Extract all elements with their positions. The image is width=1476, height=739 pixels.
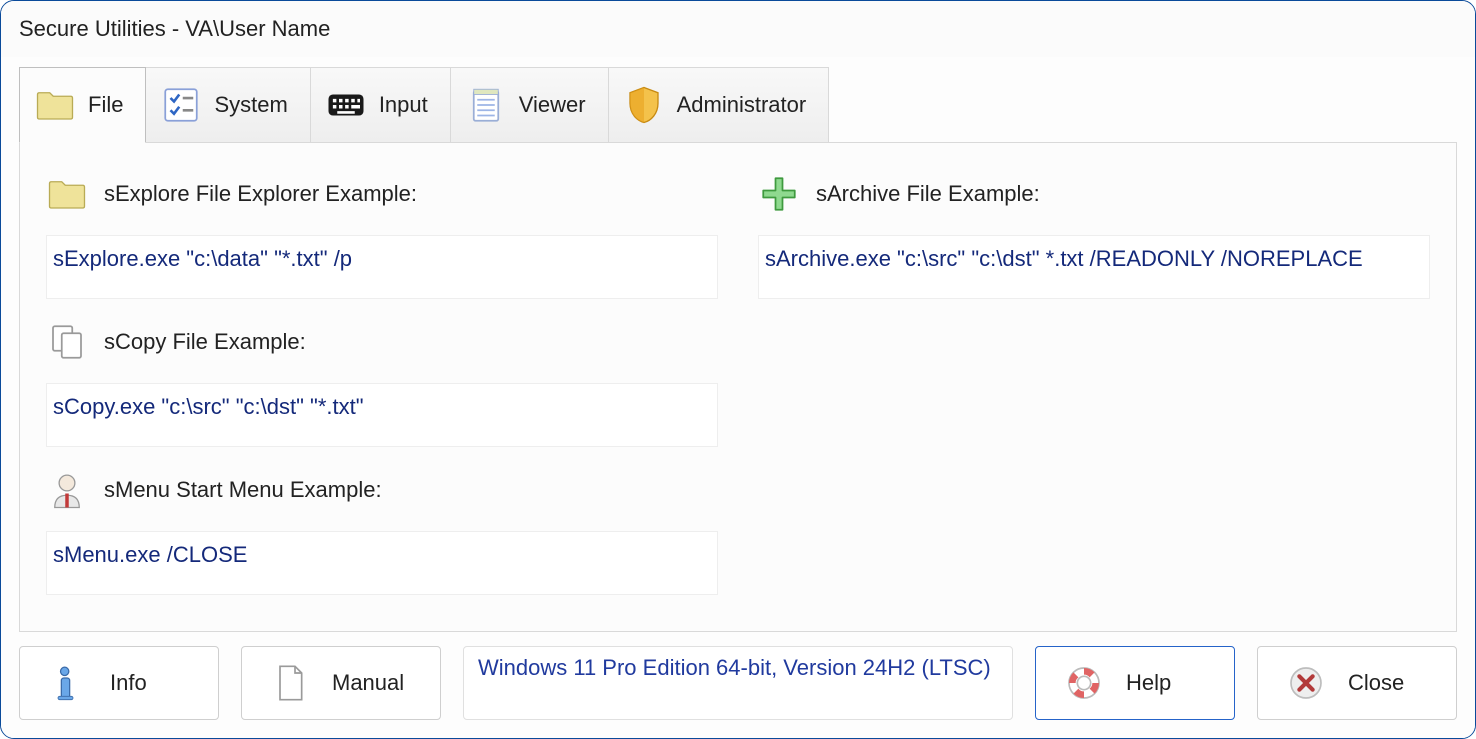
info-button-label: Info	[110, 670, 147, 696]
window-body: File System	[1, 57, 1475, 738]
smenu-header: sMenu Start Menu Example:	[46, 469, 718, 511]
keyboard-icon	[325, 84, 367, 126]
help-button[interactable]: Help	[1035, 646, 1235, 720]
tab-administrator-label: Administrator	[677, 92, 807, 118]
copy-icon	[46, 321, 88, 363]
document-icon	[270, 663, 310, 703]
sarchive-command[interactable]: sArchive.exe "c:\src" "c:\dst" *.txt /RE…	[758, 235, 1430, 299]
tab-input-label: Input	[379, 92, 428, 118]
tabbar: File System	[19, 67, 1457, 143]
scopy-command[interactable]: sCopy.exe "c:\src" "c:\dst" "*.txt"	[46, 383, 718, 447]
sarchive-title: sArchive File Example:	[816, 181, 1040, 207]
window: Secure Utilities - VA\User Name File	[0, 0, 1476, 739]
lifebuoy-icon	[1064, 663, 1104, 703]
folder-icon	[34, 84, 76, 126]
tab-panel-file: sExplore File Explorer Example: sExplore…	[19, 142, 1457, 632]
notepad-icon	[465, 84, 507, 126]
left-column: sExplore File Explorer Example: sExplore…	[46, 165, 718, 609]
info-button[interactable]: Info	[19, 646, 219, 720]
user-icon	[46, 469, 88, 511]
scopy-title: sCopy File Example:	[104, 329, 306, 355]
tab-administrator[interactable]: Administrator	[608, 67, 830, 143]
right-column: sArchive File Example: sArchive.exe "c:\…	[758, 165, 1430, 609]
titlebar: Secure Utilities - VA\User Name	[1, 1, 1475, 57]
tab-input[interactable]: Input	[310, 67, 451, 143]
close-button-label: Close	[1348, 670, 1404, 696]
manual-button-label: Manual	[332, 670, 404, 696]
folder-icon	[46, 173, 88, 215]
checklist-icon	[160, 84, 202, 126]
close-button[interactable]: Close	[1257, 646, 1457, 720]
tab-viewer[interactable]: Viewer	[450, 67, 609, 143]
sexplore-header: sExplore File Explorer Example:	[46, 173, 718, 215]
window-title: Secure Utilities - VA\User Name	[19, 16, 330, 42]
tab-system-label: System	[214, 92, 287, 118]
footer: Info Manual Windows 11 Pro Edition 64-bi…	[19, 632, 1457, 720]
scopy-header: sCopy File Example:	[46, 321, 718, 363]
tab-file-label: File	[88, 92, 123, 118]
plus-icon	[758, 173, 800, 215]
manual-button[interactable]: Manual	[241, 646, 441, 720]
info-icon	[48, 663, 88, 703]
tab-file[interactable]: File	[19, 67, 146, 143]
sexplore-command[interactable]: sExplore.exe "c:\data" "*.txt" /p	[46, 235, 718, 299]
version-box: Windows 11 Pro Edition 64-bit, Version 2…	[463, 646, 1013, 720]
shield-icon	[623, 84, 665, 126]
version-text: Windows 11 Pro Edition 64-bit, Version 2…	[478, 655, 991, 681]
tab-system[interactable]: System	[145, 67, 310, 143]
sexplore-title: sExplore File Explorer Example:	[104, 181, 417, 207]
sarchive-header: sArchive File Example:	[758, 173, 1430, 215]
smenu-title: sMenu Start Menu Example:	[104, 477, 382, 503]
close-icon	[1286, 663, 1326, 703]
tab-viewer-label: Viewer	[519, 92, 586, 118]
help-button-label: Help	[1126, 670, 1171, 696]
smenu-command[interactable]: sMenu.exe /CLOSE	[46, 531, 718, 595]
